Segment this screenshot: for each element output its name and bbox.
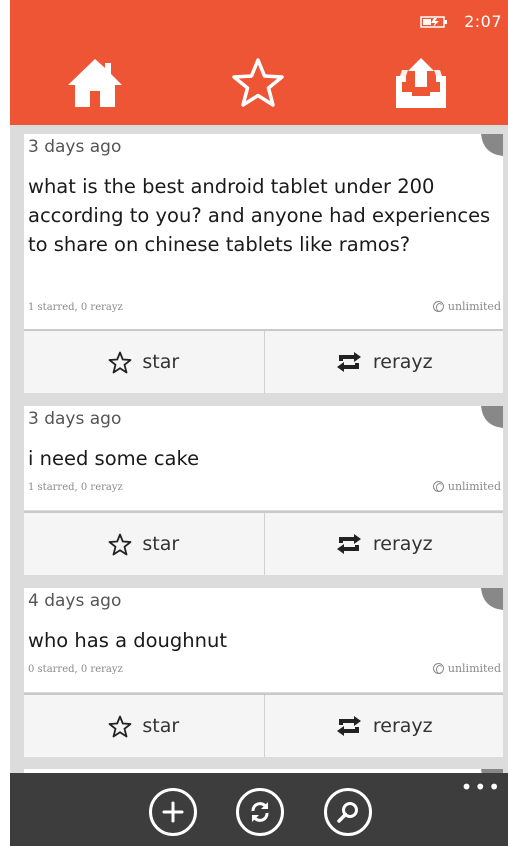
rerayz-icon (336, 352, 361, 372)
add-icon (162, 801, 184, 823)
star-icon (108, 351, 132, 373)
rerayz-icon (336, 716, 361, 736)
post-actions: star rerayz (24, 329, 503, 393)
app-bar: ••• (10, 773, 508, 846)
post-text: what is the best android tablet under 20… (28, 175, 491, 256)
star-button-label: star (142, 351, 180, 373)
more-options-button[interactable]: ••• (461, 775, 502, 799)
post-card: 3 days ago i need some cake 1 starred, 0… (24, 406, 503, 510)
rerayz-button[interactable]: rerayz (263, 331, 504, 393)
home-icon (68, 59, 122, 107)
post-timestamp: 3 days ago (28, 409, 122, 429)
post-stats: 1 starred, 0 rerayz (28, 302, 123, 313)
star-button[interactable]: star (24, 513, 264, 575)
star-button-label: star (142, 533, 180, 555)
post-limit-label: unlimited (447, 300, 501, 313)
copyright-icon (432, 301, 444, 312)
post-limit: unlimited (432, 480, 501, 493)
post-corner-marker (481, 406, 503, 428)
add-button[interactable] (149, 788, 197, 836)
nav-starred-button[interactable] (213, 48, 303, 118)
phone-screen: 2:07 3 days ago what is the best android… (10, 0, 508, 846)
rerayz-button-label: rerayz (372, 715, 433, 737)
post-stats: 1 starred, 0 rerayz (28, 482, 123, 493)
rerayz-button-label: rerayz (372, 533, 433, 555)
status-bar: 2:07 (420, 10, 502, 32)
search-button[interactable] (324, 788, 372, 836)
star-icon (108, 715, 132, 737)
post-text: i need some cake (28, 447, 200, 470)
post-limit: unlimited (432, 300, 501, 313)
post-timestamp: 3 days ago (28, 137, 122, 157)
post-actions: star rerayz (24, 511, 503, 575)
star-outline-icon (232, 58, 284, 107)
refresh-icon (251, 802, 269, 822)
refresh-button[interactable] (236, 788, 284, 836)
copyright-icon (432, 663, 444, 674)
post-stats: 0 starred, 0 rerayz (28, 664, 123, 675)
copyright-icon (432, 481, 444, 492)
rerayz-button[interactable]: rerayz (263, 695, 504, 757)
star-button-label: star (142, 715, 180, 737)
rerayz-icon (336, 534, 361, 554)
post-limit-label: unlimited (447, 480, 501, 493)
post-actions: star rerayz (24, 693, 503, 757)
rerayz-button-label: rerayz (372, 351, 433, 373)
post-limit: unlimited (432, 662, 501, 675)
nav-outbox-button[interactable] (376, 48, 466, 118)
app-header: 2:07 (10, 0, 508, 125)
star-button[interactable]: star (24, 331, 264, 393)
post-text: who has a doughnut (28, 629, 228, 652)
post-corner-marker (481, 134, 503, 156)
post-card: 3 days ago what is the best android tabl… (24, 134, 503, 330)
top-nav (10, 48, 508, 118)
inbox-upload-icon (396, 58, 446, 108)
star-icon (108, 533, 132, 555)
battery-charging-icon (420, 14, 448, 28)
post-card: 4 days ago who has a doughnut 0 starred,… (24, 588, 503, 692)
rerayz-button[interactable]: rerayz (263, 513, 504, 575)
search-icon (337, 802, 358, 823)
post-corner-marker (481, 588, 503, 610)
nav-home-button[interactable] (50, 48, 140, 118)
post-limit-label: unlimited (447, 662, 501, 675)
post-timestamp: 4 days ago (28, 591, 122, 611)
star-button[interactable]: star (24, 695, 264, 757)
status-time: 2:07 (464, 11, 502, 31)
